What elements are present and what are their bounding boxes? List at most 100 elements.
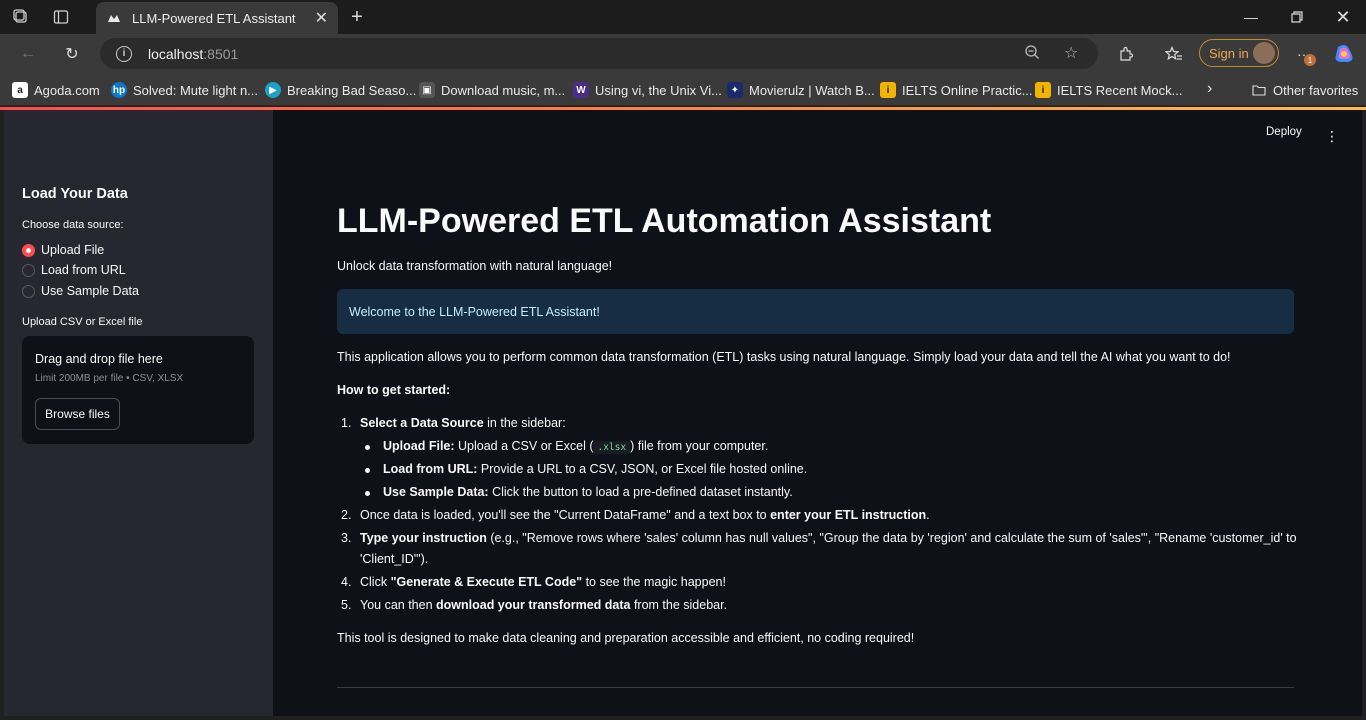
- info-text: Welcome to the LLM-Powered ETL Assistant…: [349, 304, 600, 319]
- step-1: Select a Data Source in the sidebar:: [360, 416, 566, 430]
- upload-label: Upload CSV or Excel file: [22, 316, 143, 328]
- url-host: localhost: [148, 45, 204, 62]
- step-number: 3.: [341, 531, 352, 545]
- play-icon: ▶: [265, 82, 281, 98]
- bookmark-movierulz[interactable]: ✦ Movierulz | Watch B...: [727, 82, 875, 98]
- url-port: :8501: [203, 45, 239, 62]
- bookmark-label: Breaking Bad Seaso...: [287, 82, 417, 98]
- main-content: Deploy ⋮ LLM-Powered ETL Automation Assi…: [273, 110, 1362, 716]
- sidebar: Load Your Data Choose data source: Uploa…: [4, 110, 273, 716]
- page-title: LLM-Powered ETL Automation Assistant: [337, 202, 992, 240]
- reload-icon[interactable]: ↻: [58, 40, 86, 68]
- zoom-icon[interactable]: [1024, 44, 1040, 63]
- radio-unselected-icon: [22, 263, 35, 277]
- radio-label: Load from URL: [41, 263, 126, 277]
- bullet: [365, 491, 370, 496]
- dropzone-title: Drag and drop file here: [35, 352, 163, 366]
- browser-tab-bar: LLM-Powered ETL Assistant ✕ + — ✕: [0, 0, 1366, 34]
- bookmark-agoda[interactable]: a Agoda.com: [12, 82, 100, 98]
- page-subtitle: Unlock data transformation with natural …: [337, 259, 613, 273]
- address-bar[interactable]: i localhost:8501 ☆: [100, 38, 1098, 69]
- step-number: 4.: [341, 575, 352, 589]
- bookmark-label: IELTS Online Practic...: [902, 82, 1033, 98]
- agoda-icon: a: [12, 82, 28, 98]
- bookmark-label: IELTS Recent Mock...: [1057, 82, 1183, 98]
- deploy-button[interactable]: Deploy: [1266, 126, 1302, 138]
- profile-avatar: [1253, 42, 1275, 64]
- bookmark-breaking-bad[interactable]: ▶ Breaking Bad Seaso...: [265, 82, 416, 98]
- substep-upload-file: Upload File: Upload a CSV or Excel (.xls…: [383, 439, 769, 454]
- favorites-icon[interactable]: [1160, 40, 1188, 68]
- bookmark-label: Download music, m...: [441, 82, 566, 98]
- dropzone-limit: Limit 200MB per file • CSV, XLSX: [35, 373, 184, 384]
- bookmark-label: Agoda.com: [34, 82, 100, 98]
- new-tab-icon[interactable]: +: [344, 4, 370, 30]
- divider: [337, 687, 1294, 688]
- bookmark-vi[interactable]: W Using vi, the Unix Vi...: [573, 82, 722, 98]
- folder-icon: [1251, 82, 1267, 98]
- radio-label: Use Sample Data: [41, 284, 139, 298]
- welcome-info-box: Welcome to the LLM-Powered ETL Assistant…: [337, 289, 1294, 334]
- sidebar-heading: Load Your Data: [22, 186, 128, 202]
- bookmark-label: Solved: Mute light n...: [133, 82, 259, 98]
- radio-use-sample-data[interactable]: Use Sample Data: [22, 284, 139, 298]
- ielts-icon: i: [880, 82, 896, 98]
- substep-sample-data: Use Sample Data: Click the button to loa…: [383, 485, 793, 499]
- bookmark-ielts-mock[interactable]: i IELTS Recent Mock...: [1035, 82, 1182, 98]
- radio-label: Upload File: [41, 243, 105, 257]
- radio-selected-icon: [22, 243, 35, 257]
- bookmark-download-music[interactable]: ▣ Download music, m...: [419, 82, 565, 98]
- minimize-icon[interactable]: —: [1228, 0, 1274, 34]
- radio-upload-file[interactable]: Upload File: [22, 243, 104, 257]
- data-source-label: Choose data source:: [22, 219, 124, 231]
- intro-paragraph: This application allows you to perform c…: [337, 350, 1231, 364]
- step-5: You can then download your transformed d…: [360, 598, 728, 612]
- vertical-tabs-icon[interactable]: [48, 4, 74, 30]
- step-number: 2.: [341, 508, 352, 522]
- radio-unselected-icon: [22, 284, 35, 298]
- favorite-star-icon[interactable]: ☆: [1064, 43, 1078, 63]
- bookmarks-overflow-chevron-icon[interactable]: ›: [1207, 80, 1212, 98]
- copilot-icon[interactable]: [1330, 40, 1358, 68]
- tab-title: LLM-Powered ETL Assistant: [132, 10, 296, 26]
- other-favorites[interactable]: Other favorites: [1251, 82, 1358, 98]
- browser-nav-bar: ← ↻ i localhost:8501 ☆ Sign in ··· 1: [0, 34, 1366, 74]
- browse-files-button[interactable]: Browse files: [35, 398, 120, 430]
- sign-in-label: Sign in: [1209, 45, 1249, 61]
- sign-in-button[interactable]: Sign in: [1199, 39, 1279, 67]
- bullet: [365, 445, 370, 450]
- movierulz-icon: ✦: [727, 82, 743, 98]
- uw-icon: W: [573, 82, 589, 98]
- back-icon[interactable]: ←: [14, 40, 42, 68]
- notification-badge: 1: [1304, 54, 1316, 66]
- hp-icon: hp: [111, 82, 127, 98]
- step-number: 1.: [341, 416, 352, 430]
- close-window-icon[interactable]: ✕: [1320, 0, 1366, 34]
- substep-load-url: Load from URL: Provide a URL to a CSV, J…: [383, 462, 808, 476]
- step-3: Type your instruction (e.g., "Remove row…: [360, 531, 1297, 545]
- bookmark-label: Using vi, the Unix Vi...: [595, 82, 722, 98]
- how-to-heading: How to get started:: [337, 383, 451, 397]
- site-info-icon[interactable]: i: [116, 45, 132, 62]
- streamlit-favicon-icon: [106, 10, 122, 26]
- step-number: 5.: [341, 598, 352, 612]
- radio-load-from-url[interactable]: Load from URL: [22, 263, 126, 277]
- workspaces-icon[interactable]: [8, 4, 34, 30]
- bullet: [365, 468, 370, 473]
- step-2: Once data is loaded, you'll see the "Cur…: [360, 508, 930, 522]
- extensions-icon[interactable]: [1112, 40, 1140, 68]
- outro-paragraph: This tool is designed to make data clean…: [337, 631, 915, 645]
- step-3-continued: 'Client_ID'").: [360, 552, 429, 566]
- file-dropzone[interactable]: Drag and drop file here Limit 200MB per …: [22, 336, 254, 444]
- xlsx-code: .xlsx: [593, 441, 631, 454]
- bookmark-hp[interactable]: hp Solved: Mute light n...: [111, 82, 258, 98]
- ielts-icon: i: [1035, 82, 1051, 98]
- download-site-icon: ▣: [419, 82, 435, 98]
- active-tab[interactable]: LLM-Powered ETL Assistant ✕: [96, 2, 338, 34]
- bookmarks-bar: a Agoda.com hp Solved: Mute light n... ▶ Br…: [0, 74, 1366, 106]
- main-menu-icon[interactable]: ⋮: [1325, 128, 1339, 145]
- other-favorites-label: Other favorites: [1273, 82, 1359, 98]
- restore-icon[interactable]: [1274, 0, 1320, 34]
- bookmark-ielts-online[interactable]: i IELTS Online Practic...: [880, 82, 1033, 98]
- close-tab-icon[interactable]: ✕: [315, 8, 328, 28]
